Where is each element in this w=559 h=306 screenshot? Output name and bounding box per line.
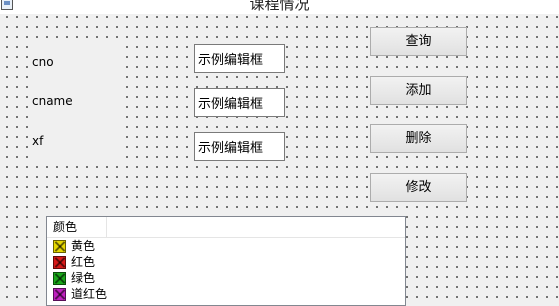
list-item-label: 黄色: [71, 239, 96, 253]
cno-edit-field[interactable]: 示例编辑框: [194, 44, 285, 73]
color-icon: [53, 272, 66, 285]
window-title: 课程情况: [249, 0, 310, 13]
xf-edit-field[interactable]: 示例编辑框: [194, 132, 285, 161]
cname-label: cname: [32, 94, 73, 108]
cno-label-box: cno: [30, 45, 124, 79]
cname-label-box: cname: [30, 84, 124, 118]
list-item-label: 绿色: [71, 271, 96, 285]
query-button[interactable]: 查询: [370, 27, 467, 56]
column-header-color[interactable]: 颜色: [47, 217, 107, 237]
color-icon: [53, 240, 66, 253]
color-icon: [53, 256, 66, 269]
color-icon: [53, 288, 66, 301]
modify-button[interactable]: 修改: [370, 173, 467, 202]
list-header: 颜色: [47, 217, 405, 238]
list-item[interactable]: 绿色: [47, 270, 405, 286]
xf-label-box: xf: [30, 124, 124, 158]
list-item-label: 红色: [71, 255, 96, 269]
xf-label: xf: [32, 134, 44, 148]
title-bar: 课程情况: [0, 0, 559, 14]
color-list-view[interactable]: 颜色 黄色红色绿色 道红色: [46, 216, 406, 306]
list-item[interactable]: 黄色: [47, 238, 405, 254]
delete-button[interactable]: 删除: [370, 124, 467, 153]
cname-edit-field[interactable]: 示例编辑框: [194, 88, 285, 117]
cno-label: cno: [32, 55, 54, 69]
list-rows: 黄色红色绿色 道红色: [47, 238, 405, 302]
list-item[interactable]: 道红色: [47, 286, 405, 302]
add-button[interactable]: 添加: [370, 76, 467, 105]
list-item[interactable]: 红色: [47, 254, 405, 270]
